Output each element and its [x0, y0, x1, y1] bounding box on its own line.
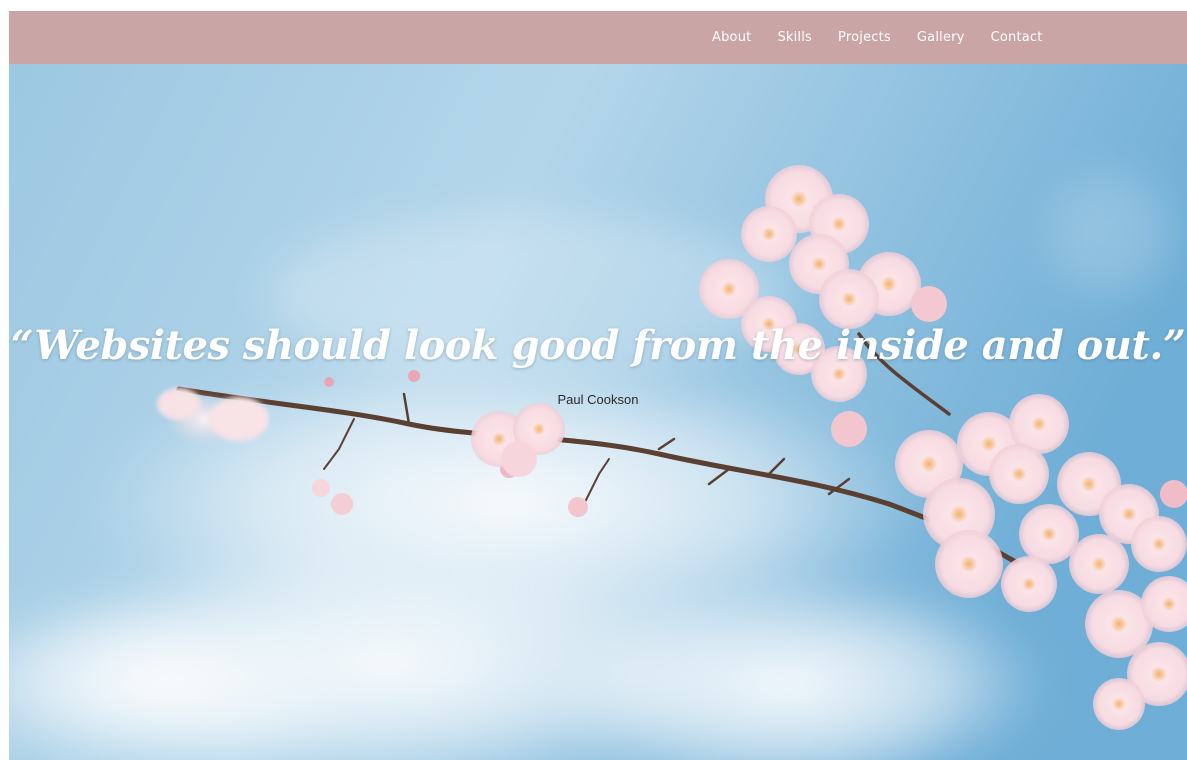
hero-background-image — [9, 64, 1187, 760]
nav-link-projects[interactable]: Projects — [838, 30, 891, 45]
hero-quote: “Websites should look good from the insi… — [10, 322, 1186, 369]
page: About Skills Projects Gallery Contact “W… — [9, 11, 1187, 760]
top-navbar: About Skills Projects Gallery Contact — [9, 11, 1187, 64]
hero-section: “Websites should look good from the insi… — [9, 64, 1187, 760]
nav-link-contact[interactable]: Contact — [991, 30, 1043, 45]
nav-link-about[interactable]: About — [712, 30, 751, 45]
nav-link-skills[interactable]: Skills — [777, 30, 812, 45]
nav-links: About Skills Projects Gallery Contact — [712, 11, 1069, 64]
quote-author: Paul Cookson — [557, 392, 639, 407]
nav-link-gallery[interactable]: Gallery — [917, 30, 965, 45]
